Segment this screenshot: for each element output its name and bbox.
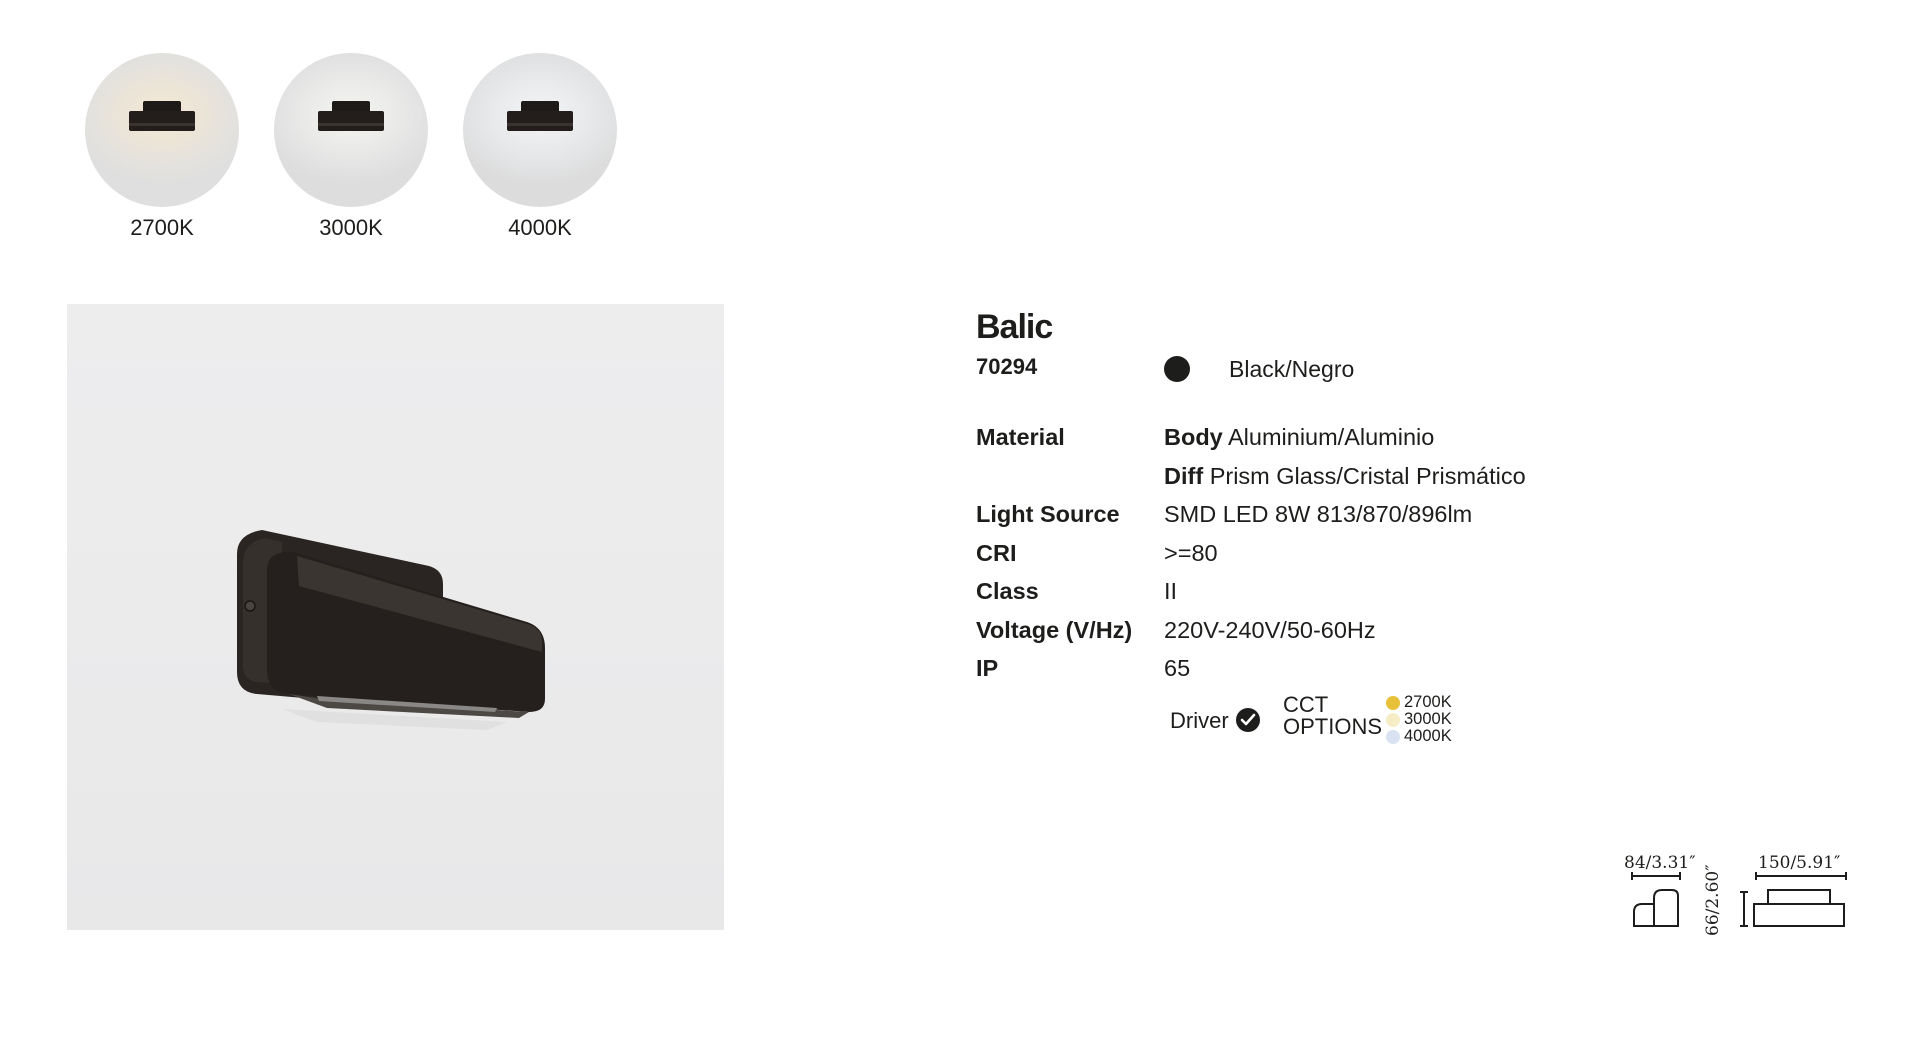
cct-option-label: 3000K bbox=[1404, 709, 1452, 728]
spec-value: Diff Prism Glass/Cristal Prismático bbox=[1164, 463, 1526, 490]
swatch-circle bbox=[274, 53, 428, 207]
body-label: Body bbox=[1164, 424, 1223, 450]
cct-color-dot-icon bbox=[1386, 695, 1400, 710]
spec-row-diffuser: Diff Prism Glass/Cristal Prismático bbox=[976, 463, 1776, 502]
color-swatch-icon bbox=[1164, 356, 1190, 382]
spec-sheet: Balic 70294 Black/Negro Material Body Al… bbox=[976, 306, 1776, 754]
height-dimension: 66/2.60″ bbox=[1703, 864, 1723, 936]
driver-row: Driver CCT OPTIONS 2700K 3000K 4000K bbox=[976, 692, 1776, 754]
spec-key: Light Source bbox=[976, 501, 1120, 527]
color-name: Black/Negro bbox=[1229, 356, 1355, 382]
spec-value: 220V-240V/50-60Hz bbox=[1164, 616, 1376, 643]
diff-label: Diff bbox=[1164, 462, 1204, 489]
swatch-circle bbox=[463, 53, 617, 207]
spec-row-cri: CRI >=80 bbox=[976, 540, 1776, 579]
cct-option-label: 4000K bbox=[1404, 726, 1452, 745]
fixture-thumbnail bbox=[507, 101, 573, 135]
fixture-thumbnail bbox=[129, 101, 195, 135]
product-name: Balic bbox=[976, 308, 1053, 346]
swatch-label: 4000K bbox=[508, 215, 572, 240]
spec-key: IP bbox=[976, 655, 999, 681]
dimension-drawings: 84/3.31″ 66/2.60″ 150/5.91″ bbox=[1624, 853, 1847, 936]
spec-row-light-source: Light Source SMD LED 8W 813/870/896lm bbox=[976, 501, 1776, 540]
cct-option: 3000K bbox=[1386, 709, 1452, 728]
spec-key: Voltage (V/Hz) bbox=[976, 616, 1133, 643]
spec-row-material: Material Body Aluminium/Aluminio bbox=[976, 424, 1776, 463]
wall-light-illustration bbox=[237, 530, 545, 730]
cct-option: 4000K bbox=[1386, 726, 1452, 745]
spec-value: >=80 bbox=[1164, 539, 1218, 566]
spec-row-ip: IP 65 bbox=[976, 655, 1776, 694]
diff-value: Prism Glass/Cristal Prismático bbox=[1209, 462, 1526, 489]
check-icon bbox=[1236, 707, 1260, 732]
swatch-label: 2700K bbox=[130, 215, 194, 240]
swatch-circle bbox=[85, 53, 239, 207]
width-dimension: 150/5.91″ bbox=[1758, 853, 1840, 873]
cct-options-label: CCT OPTIONS bbox=[1283, 693, 1383, 739]
spec-row-voltage: Voltage (V/Hz) 220V-240V/50-60Hz bbox=[976, 617, 1776, 656]
driver-label: Driver bbox=[1170, 707, 1229, 733]
cct-option: 2700K bbox=[1386, 692, 1452, 711]
spec-value: Body Aluminium/Aluminio bbox=[1164, 424, 1434, 451]
spec-key: Material bbox=[976, 424, 1065, 450]
spec-value: 65 bbox=[1164, 655, 1191, 681]
cct-label-line2: OPTIONS bbox=[1283, 713, 1383, 739]
spec-key: Class bbox=[976, 578, 1039, 604]
cct-option-label: 2700K bbox=[1404, 692, 1452, 711]
spec-value: II bbox=[1164, 578, 1178, 604]
code-row: 70294 Black/Negro bbox=[976, 352, 1776, 390]
fixture-thumbnail bbox=[318, 101, 384, 135]
spec-key: CRI bbox=[976, 539, 1017, 566]
cct-options-list: 2700K 3000K 4000K bbox=[1386, 692, 1452, 745]
spec-value: SMD LED 8W 813/870/896lm bbox=[1164, 501, 1473, 527]
product-code: 70294 bbox=[976, 354, 1038, 379]
product-sheet-page: 2700K 3000K 4000K Balic 70294 Black/Negr… bbox=[0, 0, 1920, 1044]
cct-swatch-2700k: 2700K bbox=[85, 53, 239, 241]
cct-color-dot-icon bbox=[1386, 729, 1400, 744]
body-value: Aluminium/Aluminio bbox=[1227, 424, 1435, 450]
swatch-label: 3000K bbox=[319, 215, 383, 240]
cct-swatch-4000k: 4000K bbox=[463, 53, 617, 241]
cct-color-dot-icon bbox=[1386, 712, 1400, 727]
depth-dimension: 84/3.31″ bbox=[1624, 853, 1696, 873]
spec-table: Material Body Aluminium/Aluminio Diff Pr… bbox=[976, 424, 1776, 694]
product-image bbox=[67, 304, 724, 930]
spec-row-class: Class II bbox=[976, 578, 1776, 617]
cct-swatch-3000k: 3000K bbox=[274, 53, 428, 241]
